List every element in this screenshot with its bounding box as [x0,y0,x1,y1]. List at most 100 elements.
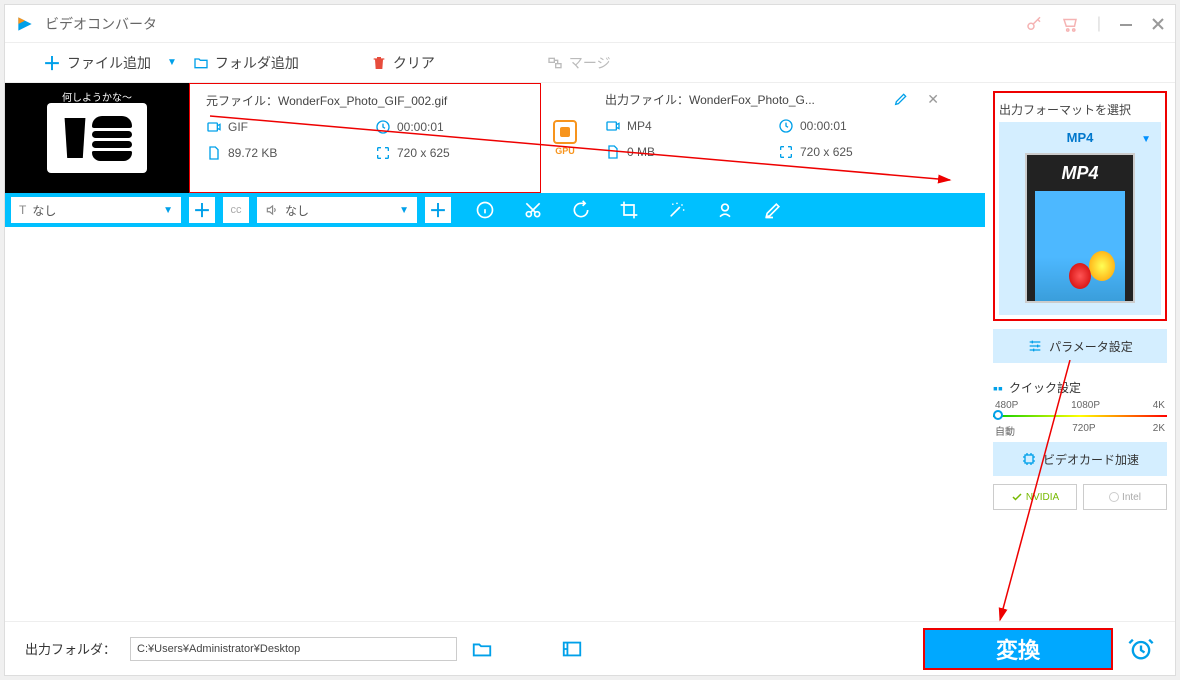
params-label: パラメータ設定 [1049,338,1133,355]
folder-plus-icon [193,55,209,71]
chevron-down-icon: ▼ [399,205,409,216]
app-logo-icon [15,14,35,34]
close-icon[interactable] [1151,17,1165,31]
intel-icon [1109,492,1119,502]
edit-toolbar: T なし ▼ ＋ cc なし ▼ ＋ [5,193,985,227]
check-icon [1011,491,1023,503]
source-size: 89.72 KB [206,145,355,161]
output-resolution: 720 x 625 [778,144,931,160]
quick-label: クイック設定 [1009,379,1081,396]
file-icon [605,144,621,160]
gpu-label: GPU [555,146,575,156]
quick-header: ▪▪ クイック設定 [993,375,1167,400]
format-header: 出力フォーマットを選択 [999,97,1161,122]
quick-settings: ▪▪ クイック設定 480P 1080P 4K 自動 720P 2K [993,371,1167,434]
format-value: MP4 [1007,130,1153,145]
output-folder-input[interactable] [130,637,457,661]
crop-icon[interactable] [619,200,639,220]
tick-auto: 自動 [995,423,1015,438]
output-size: 0 MB [605,144,758,160]
merge-button[interactable]: マージ [539,49,619,77]
source-pane: 元ファイル：WonderFox_Photo_GIF_002.gif GIF 00… [189,83,541,193]
clock-icon [375,119,391,135]
subtitle-dropdown[interactable]: T なし ▼ [11,197,181,223]
output-duration: 00:00:01 [778,118,931,134]
chevron-down-icon[interactable]: ▼ [167,57,177,68]
output-pane: ✕ 出力ファイル：WonderFox_Photo_G... MP4 00:00:… [589,83,947,193]
gpu-accel-button[interactable]: ビデオカード加速 [993,442,1167,476]
edit-all-icon[interactable] [763,200,783,220]
format-preview-icon: MP4 [1025,153,1135,303]
clear-label: クリア [393,53,435,73]
video-icon [206,119,222,135]
audio-dropdown[interactable]: なし ▼ [257,197,417,223]
trash-icon [371,55,387,71]
convert-button[interactable]: 変換 [923,628,1113,670]
quality-slider[interactable]: 480P 1080P 4K 自動 720P 2K [993,400,1167,430]
info-icon[interactable] [475,200,495,220]
app-title: ビデオコンバータ [45,14,1025,34]
gpu-accel-label: ビデオカード加速 [1043,451,1139,468]
tick-2k: 2K [1153,423,1165,438]
source-filename: 元ファイル：WonderFox_Photo_GIF_002.gif [206,92,524,109]
cart-icon[interactable] [1061,15,1079,33]
plus-icon: ＋ [43,50,61,76]
watermark-icon[interactable] [715,200,735,220]
intel-label: Intel [1122,492,1141,503]
output-filename: 出力ファイル：WonderFox_Photo_G... [605,91,931,108]
clock-icon [778,118,794,134]
chevron-down-icon: ▼ [1141,134,1151,145]
bottom-bar: 出力フォルダ： 変換 [5,621,1175,675]
file-icon [206,145,222,161]
clear-button[interactable]: クリア [363,49,443,77]
effects-icon[interactable] [667,200,687,220]
bullet-icon: ▪▪ [993,380,1003,396]
app-window: ビデオコンバータ | ＋ ファイル追加 ▼ フォルダ追加 クリア マージ [4,4,1176,676]
cut-icon[interactable] [523,200,543,220]
dimensions-icon [375,145,391,161]
format-dropdown[interactable]: MP4 ▼ MP4 [999,122,1161,315]
remove-file-button[interactable]: ✕ [927,91,939,108]
parameter-settings-button[interactable]: パラメータ設定 [993,329,1167,363]
add-folder-button[interactable]: フォルダ追加 [185,49,307,77]
add-file-label: ファイル追加 [67,53,151,73]
thumbnail[interactable]: 何しようかな～ [5,83,189,193]
thumbnail-image [47,103,147,173]
minimize-icon[interactable] [1119,17,1133,31]
intel-button[interactable]: Intel [1083,484,1167,510]
audio-value: なし [285,202,399,219]
file-list-empty-area [5,227,985,621]
slider-knob[interactable] [993,410,1003,420]
key-icon[interactable] [1025,15,1043,33]
add-audio-button[interactable]: ＋ [425,197,451,223]
nvidia-label: NVIDIA [1026,492,1059,503]
chevron-down-icon: ▼ [163,205,173,216]
convert-label: 変換 [996,633,1040,665]
output-format-selector[interactable]: 出力フォーマットを選択 MP4 ▼ MP4 [993,91,1167,321]
rotate-icon[interactable] [571,200,591,220]
thumbnail-caption: 何しようかな～ [62,89,132,104]
open-folder-icon[interactable] [471,638,493,660]
speaker-icon [265,203,279,217]
gpu-indicator[interactable]: GPU [541,83,589,193]
source-resolution: 720 x 625 [375,145,524,161]
alarm-icon[interactable] [1127,635,1155,663]
output-folder-label: 出力フォルダ： [25,639,116,658]
video-icon [605,118,621,134]
source-format: GIF [206,119,355,135]
titlebar: ビデオコンバータ | [5,5,1175,43]
tick-1080p: 1080P [1071,400,1100,411]
merge-label: マージ [569,53,611,73]
add-subtitle-button[interactable]: ＋ [189,197,215,223]
sidebar: 出力フォーマットを選択 MP4 ▼ MP4 パラメータ設定 ▪▪ クイック設定 [985,83,1175,621]
chip-icon [553,120,577,144]
browse-icon[interactable] [561,638,583,660]
output-format: MP4 [605,118,758,134]
edit-icon[interactable] [893,91,909,107]
merge-icon [547,55,563,71]
nvidia-button[interactable]: NVIDIA [993,484,1077,510]
cc-button[interactable]: cc [223,197,249,223]
sliders-icon [1027,338,1043,354]
add-file-button[interactable]: ＋ ファイル追加 [35,46,159,80]
add-folder-label: フォルダ追加 [215,53,299,73]
